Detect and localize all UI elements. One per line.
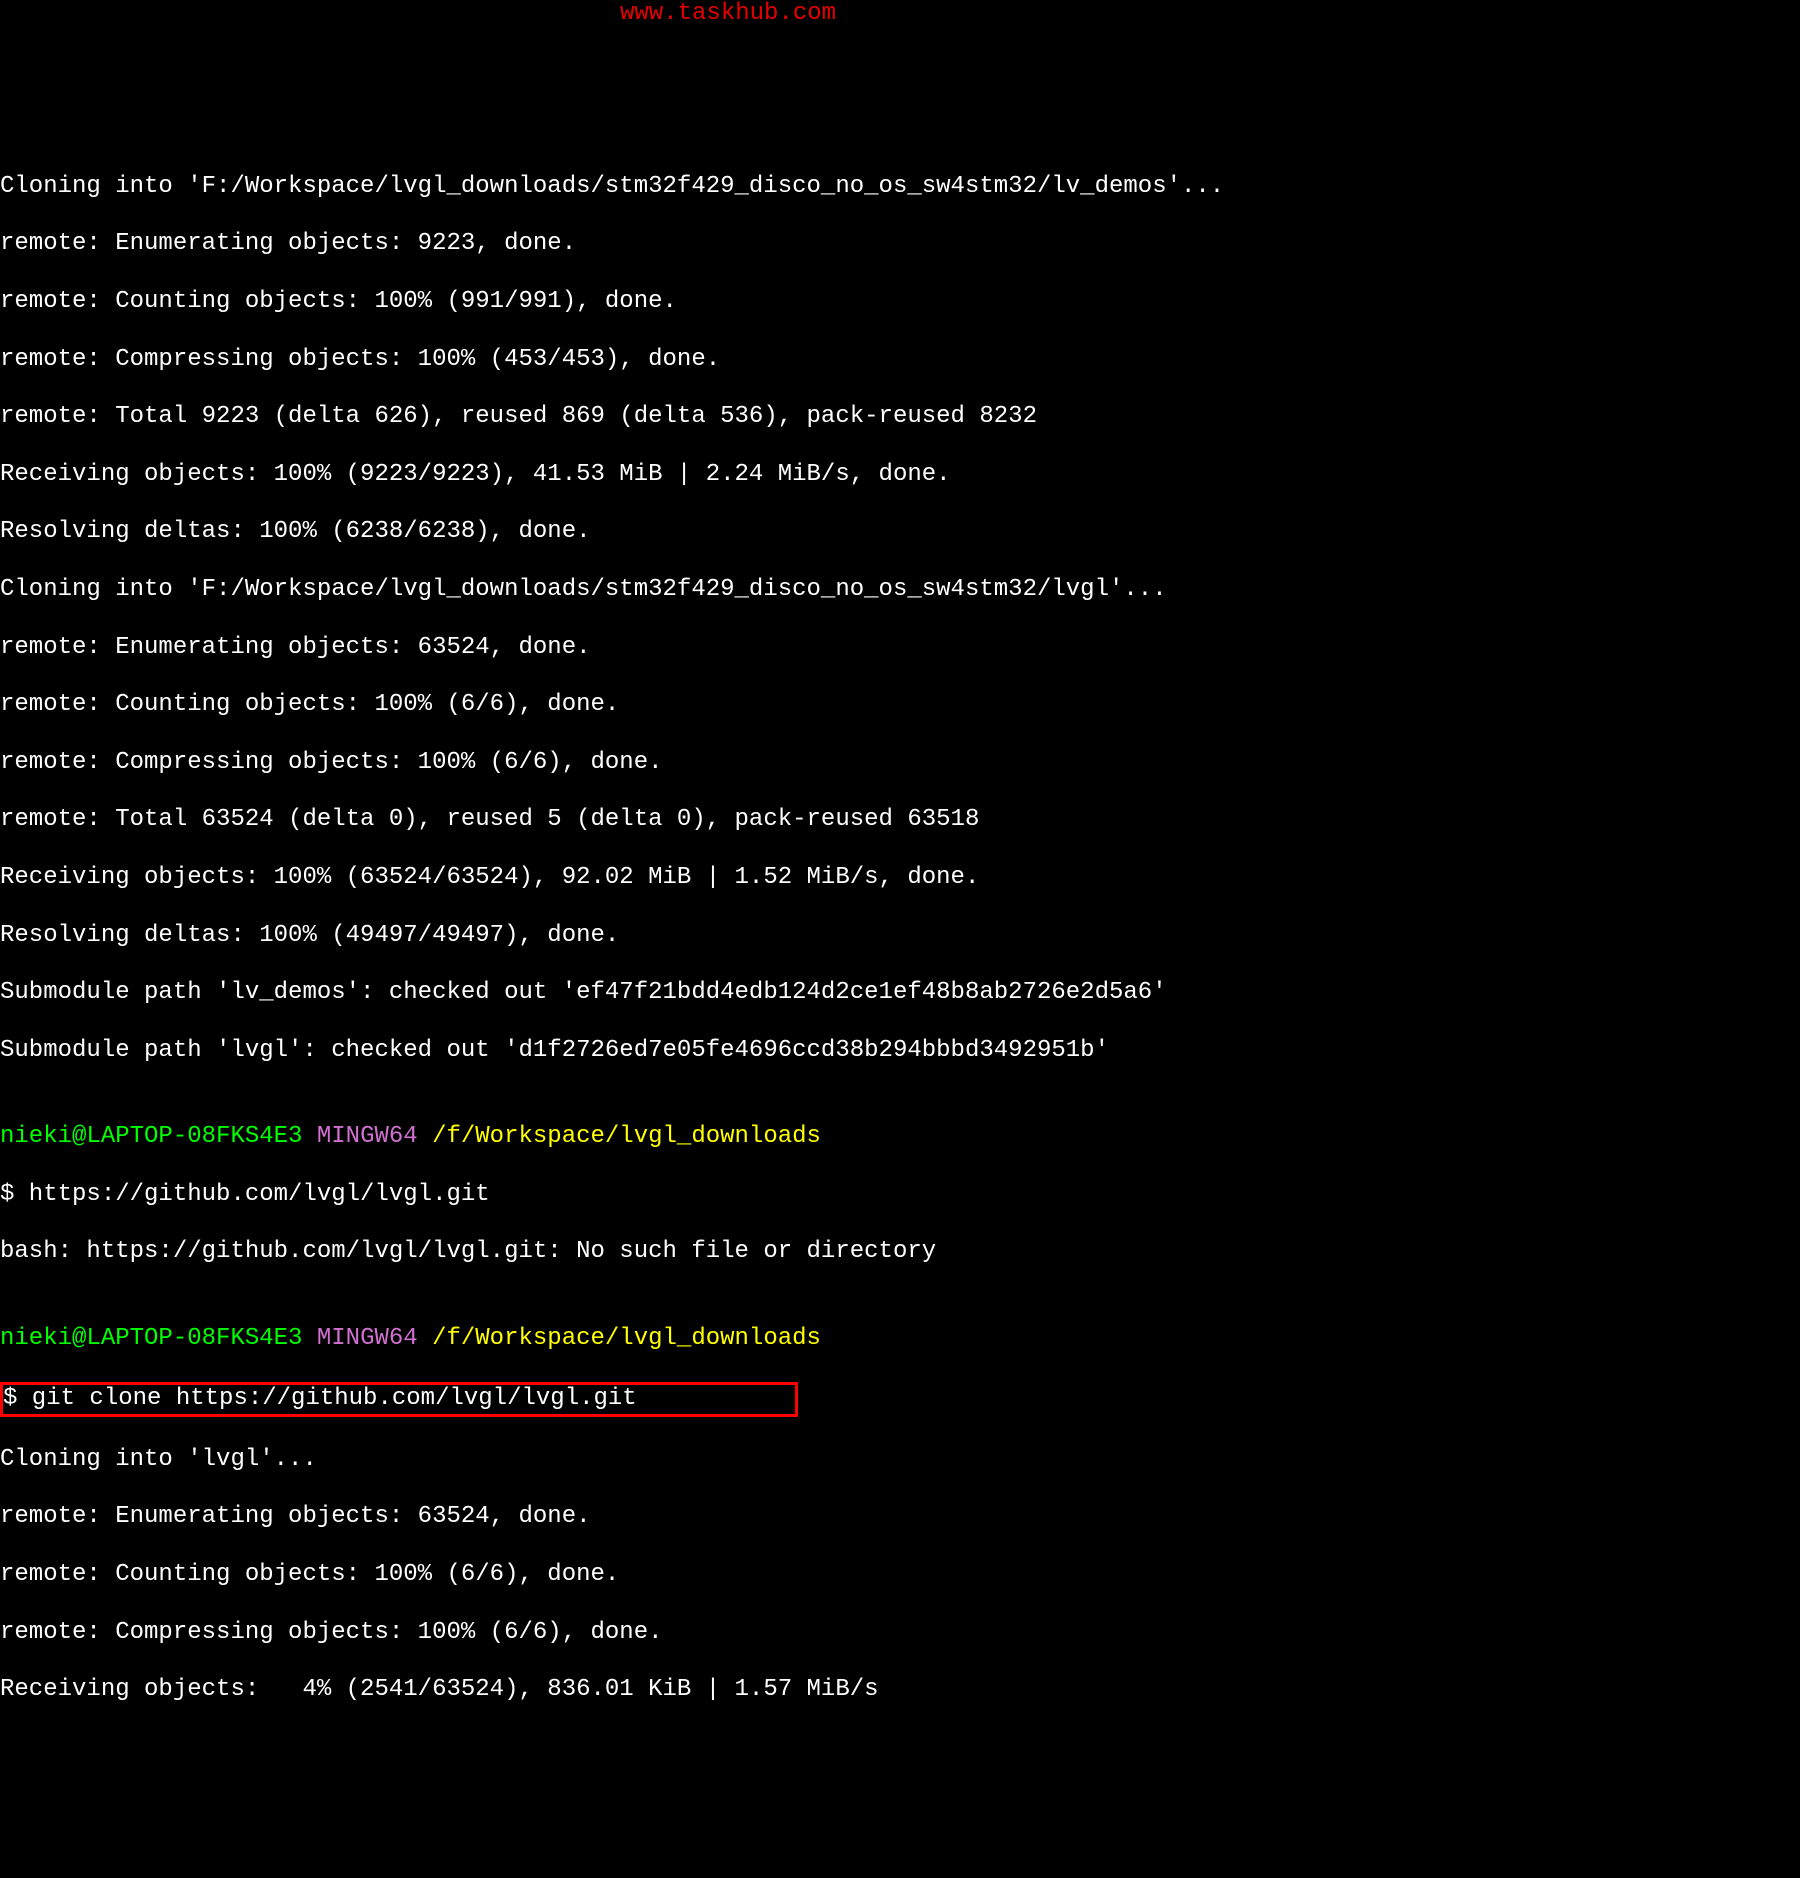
output-line: Cloning into 'lvgl'... [0,1446,1800,1475]
output-line: remote: Compressing objects: 100% (6/6),… [0,1619,1800,1648]
command-line: $ https://github.com/lvgl/lvgl.git [0,1181,1800,1210]
output-line: remote: Enumerating objects: 9223, done. [0,230,1800,259]
output-line: Resolving deltas: 100% (6238/6238), done… [0,518,1800,547]
highlighted-command-container: $ git clone https://github.com/lvgl/lvgl… [0,1382,1800,1417]
prompt-line: nieki@LAPTOP-08FKS4E3 MINGW64 /f/Workspa… [0,1123,1800,1152]
output-line: remote: Enumerating objects: 63524, done… [0,1503,1800,1532]
output-line: remote: Enumerating objects: 63524, done… [0,634,1800,663]
output-line: Submodule path 'lvgl': checked out 'd1f2… [0,1037,1800,1066]
output-line: remote: Counting objects: 100% (6/6), do… [0,1561,1800,1590]
prompt-env: MINGW64 [302,1123,417,1150]
prompt-user: nieki@LAPTOP-08FKS4E3 [0,1325,302,1352]
prompt-line: nieki@LAPTOP-08FKS4E3 MINGW64 /f/Workspa… [0,1325,1800,1354]
output-line: remote: Total 63524 (delta 0), reused 5 … [0,806,1800,835]
output-line: remote: Counting objects: 100% (6/6), do… [0,691,1800,720]
output-line: Receiving objects: 100% (9223/9223), 41.… [0,461,1800,490]
prompt-env: MINGW64 [302,1325,417,1352]
command-line: $ git clone https://github.com/lvgl/lvgl… [3,1385,637,1412]
highlight-annotation: $ git clone https://github.com/lvgl/lvgl… [0,1382,798,1417]
output-line: bash: https://github.com/lvgl/lvgl.git: … [0,1238,1800,1267]
output-line: remote: Compressing objects: 100% (6/6),… [0,749,1800,778]
prompt-path: /f/Workspace/lvgl_downloads [418,1325,821,1352]
terminal-window[interactable]: www.taskhub.com Cloning into 'F:/Workspa… [0,115,1800,1734]
output-line: Cloning into 'F:/Workspace/lvgl_download… [0,576,1800,605]
prompt-user: nieki@LAPTOP-08FKS4E3 [0,1123,302,1150]
output-line: Cloning into 'F:/Workspace/lvgl_download… [0,173,1800,202]
watermark-text: www.taskhub.com [620,0,836,29]
prompt-path: /f/Workspace/lvgl_downloads [418,1123,821,1150]
output-line: Resolving deltas: 100% (49497/49497), do… [0,922,1800,951]
output-line: remote: Compressing objects: 100% (453/4… [0,346,1800,375]
output-line: Submodule path 'lv_demos': checked out '… [0,979,1800,1008]
output-line: Receiving objects: 4% (2541/63524), 836.… [0,1676,1800,1705]
output-line: remote: Counting objects: 100% (991/991)… [0,288,1800,317]
output-line: Receiving objects: 100% (63524/63524), 9… [0,864,1800,893]
output-line: remote: Total 9223 (delta 626), reused 8… [0,403,1800,432]
